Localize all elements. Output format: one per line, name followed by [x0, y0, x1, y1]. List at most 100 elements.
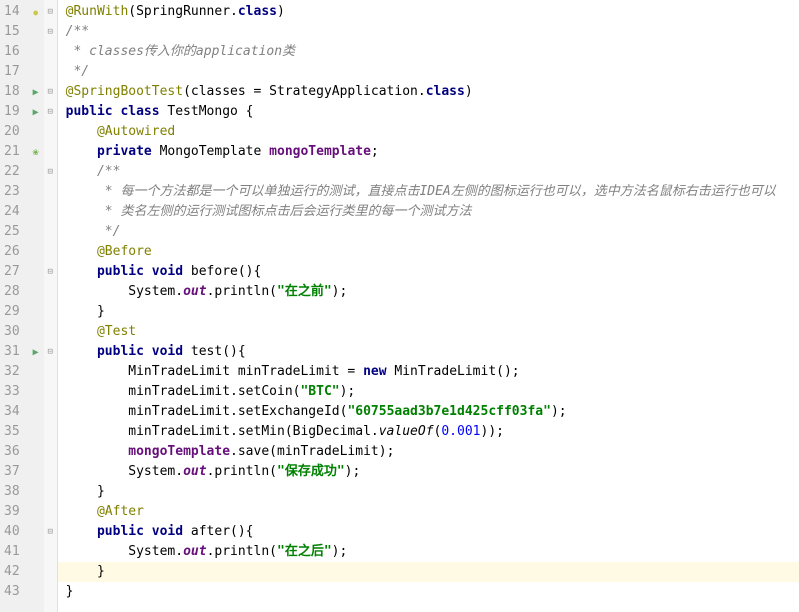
gutter-icon-empty	[28, 282, 44, 302]
token: minTradeLimit.setExchangeId(	[128, 404, 347, 419]
line-number: 33	[4, 382, 20, 402]
code-line[interactable]: minTradeLimit.setMin(BigDecimal.valueOf(…	[58, 422, 799, 442]
run-icon[interactable]: ▶	[33, 87, 39, 98]
line-number: 35	[4, 422, 20, 442]
token: public void	[97, 264, 191, 279]
code-line[interactable]: @After	[58, 502, 799, 522]
line-number: 42	[4, 562, 20, 582]
code-line[interactable]: }	[58, 482, 799, 502]
fold-marker	[44, 582, 57, 602]
line-number: 31	[4, 342, 20, 362]
token: )	[277, 4, 285, 19]
line-number: 22	[4, 162, 20, 182]
fold-marker	[44, 122, 57, 142]
fold-marker	[44, 282, 57, 302]
line-number: 16	[4, 42, 20, 62]
run-icon[interactable]: ▶	[33, 107, 39, 118]
warning-icon[interactable]: ●	[33, 8, 38, 17]
spring-gutter-icon[interactable]: ❀	[28, 142, 44, 162]
token: private	[97, 144, 160, 159]
run-gutter-icon[interactable]: ▶	[28, 82, 44, 102]
gutter: 1415161718192021222324252627282930313233…	[0, 0, 44, 612]
fold-marker[interactable]	[44, 162, 57, 182]
code-line[interactable]: private MongoTemplate mongoTemplate;	[58, 142, 799, 162]
gutter-icon-empty	[28, 402, 44, 422]
fold-marker[interactable]	[44, 102, 57, 122]
warning-gutter-icon[interactable]: ●	[28, 2, 44, 22]
token: * classes传入你的application类	[66, 44, 295, 59]
code-line[interactable]: @Test	[58, 322, 799, 342]
gutter-icon-empty	[28, 362, 44, 382]
fold-marker	[44, 302, 57, 322]
gutter-icon-empty	[28, 422, 44, 442]
code-line[interactable]: public class TestMongo {	[58, 102, 799, 122]
fold-marker	[44, 322, 57, 342]
fold-marker	[44, 502, 57, 522]
code-line[interactable]: */	[58, 222, 799, 242]
code-line[interactable]: System.out.println("保存成功");	[58, 462, 799, 482]
code-line[interactable]: * 每一个方法都是一个可以单独运行的测试，直接点击IDEA左侧的图标运行也可以，…	[58, 182, 799, 202]
code-line[interactable]: public void before(){	[58, 262, 799, 282]
token: class	[238, 4, 277, 19]
fold-marker[interactable]	[44, 22, 57, 42]
code-line[interactable]: minTradeLimit.setCoin("BTC");	[58, 382, 799, 402]
code-line[interactable]: }	[58, 562, 799, 582]
code-line[interactable]: * 类名左侧的运行测试图标点击后会运行类里的每一个测试方法	[58, 202, 799, 222]
line-number: 25	[4, 222, 20, 242]
token: @Test	[97, 324, 136, 339]
token: * 类名左侧的运行测试图标点击后会运行类里的每一个测试方法	[97, 204, 471, 219]
fold-marker[interactable]	[44, 342, 57, 362]
token: public class	[66, 104, 168, 119]
code-line[interactable]: */	[58, 62, 799, 82]
token: */	[97, 224, 120, 239]
code-line[interactable]: public void after(){	[58, 522, 799, 542]
fold-marker	[44, 202, 57, 222]
code-line[interactable]: }	[58, 302, 799, 322]
code-line[interactable]: @SpringBootTest(classes = StrategyApplic…	[58, 82, 799, 102]
line-numbers: 1415161718192021222324252627282930313233…	[0, 0, 28, 612]
token: );	[332, 544, 348, 559]
code-line[interactable]: * classes传入你的application类	[58, 42, 799, 62]
line-number: 18	[4, 82, 20, 102]
fold-marker	[44, 42, 57, 62]
fold-marker	[44, 482, 57, 502]
token: System.	[128, 284, 183, 299]
code-line[interactable]: mongoTemplate.save(minTradeLimit);	[58, 442, 799, 462]
code-line[interactable]: @RunWith(SpringRunner.class)	[58, 2, 799, 22]
code-line[interactable]: System.out.println("在之后");	[58, 542, 799, 562]
fold-marker	[44, 182, 57, 202]
fold-marker[interactable]	[44, 2, 57, 22]
code-line[interactable]: }	[58, 582, 799, 602]
run-gutter-icon[interactable]: ▶	[28, 102, 44, 122]
gutter-icon-empty	[28, 522, 44, 542]
run-icon[interactable]: ▶	[33, 347, 39, 358]
token: );	[340, 384, 356, 399]
token: @After	[97, 504, 144, 519]
code-line[interactable]: @Autowired	[58, 122, 799, 142]
run-gutter-icon[interactable]: ▶	[28, 342, 44, 362]
token: @Autowired	[97, 124, 175, 139]
token: "BTC"	[300, 384, 339, 399]
line-number: 38	[4, 482, 20, 502]
code-line[interactable]: /**	[58, 162, 799, 182]
code-area[interactable]: @RunWith(SpringRunner.class)/** * classe…	[58, 0, 799, 612]
gutter-icon-empty	[28, 562, 44, 582]
code-line[interactable]: System.out.println("在之前");	[58, 282, 799, 302]
code-line[interactable]: MinTradeLimit minTradeLimit = new MinTra…	[58, 362, 799, 382]
fold-marker[interactable]	[44, 82, 57, 102]
token: "60755aad3b7e1d425cff03fa"	[347, 404, 551, 419]
token: }	[97, 304, 105, 319]
gutter-icon-empty	[28, 42, 44, 62]
code-line[interactable]: /**	[58, 22, 799, 42]
token: out	[183, 284, 206, 299]
fold-marker	[44, 382, 57, 402]
code-line[interactable]: public void test(){	[58, 342, 799, 362]
code-line[interactable]: minTradeLimit.setExchangeId("60755aad3b7…	[58, 402, 799, 422]
gutter-icon-empty	[28, 482, 44, 502]
spring-icon[interactable]: ❀	[33, 147, 39, 158]
fold-marker[interactable]	[44, 262, 57, 282]
code-line[interactable]: @Before	[58, 242, 799, 262]
token: new	[363, 364, 394, 379]
token: test(){	[191, 344, 246, 359]
fold-marker[interactable]	[44, 522, 57, 542]
